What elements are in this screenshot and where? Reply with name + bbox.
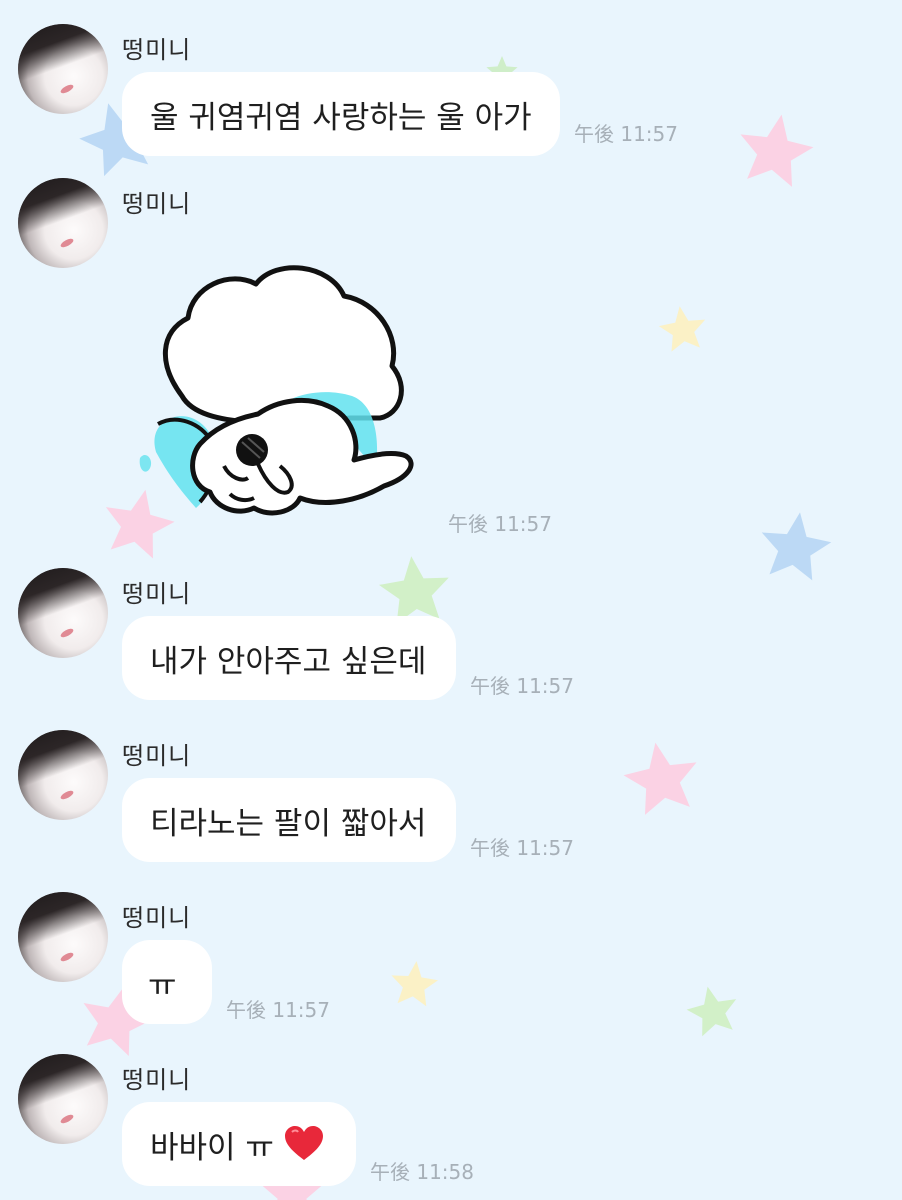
- avatar[interactable]: [18, 1054, 108, 1144]
- message-text: 울 귀염귀염 사랑하는 울 아가: [150, 99, 532, 136]
- sender-name: 떵미니: [122, 580, 192, 608]
- message-bubble[interactable]: 내가 안아주고 싶은데: [122, 616, 456, 700]
- message-bubble[interactable]: 바바이 ㅠ: [122, 1102, 356, 1186]
- star-icon: [656, 302, 709, 353]
- sender-name: 떵미니: [122, 904, 192, 932]
- star-icon: [388, 958, 440, 1008]
- message-text: ㅠ: [148, 967, 177, 1004]
- star-icon: [618, 736, 704, 818]
- avatar[interactable]: [18, 568, 108, 658]
- message-time: 午後 11:57: [470, 836, 574, 860]
- avatar[interactable]: [18, 24, 108, 114]
- star-icon: [682, 981, 743, 1039]
- chat-view[interactable]: 떵미니 울 귀염귀염 사랑하는 울 아가 午後 11:57 떵미니 午後 11:…: [0, 0, 902, 1200]
- message-time: 午後 11:57: [574, 122, 678, 146]
- message-text: 티라노는 팔이 짧아서: [150, 805, 427, 842]
- avatar[interactable]: [18, 892, 108, 982]
- avatar[interactable]: [18, 730, 108, 820]
- message-time: 午後 11:57: [226, 998, 330, 1022]
- message-text: 내가 안아주고 싶은데: [150, 643, 427, 680]
- heart-icon: [284, 1126, 323, 1160]
- sender-name: 떵미니: [122, 742, 192, 770]
- message-text: 바바이 ㅠ: [150, 1129, 274, 1166]
- message-time: 午後 11:58: [370, 1160, 474, 1184]
- message-time: 午後 11:57: [470, 674, 574, 698]
- sender-name: 떵미니: [122, 36, 192, 64]
- star-icon: [733, 108, 819, 190]
- crying-fluffy-sheep-icon[interactable]: [130, 246, 430, 516]
- star-icon: [376, 552, 454, 626]
- message-bubble[interactable]: ㅠ: [122, 940, 212, 1024]
- message-bubble[interactable]: 울 귀염귀염 사랑하는 울 아가: [122, 72, 560, 156]
- message-time: 午後 11:57: [448, 512, 552, 536]
- sender-name: 떵미니: [122, 190, 192, 218]
- star-icon: [756, 507, 835, 583]
- sender-name: 떵미니: [122, 1066, 192, 1094]
- avatar[interactable]: [18, 178, 108, 268]
- message-bubble[interactable]: 티라노는 팔이 짧아서: [122, 778, 456, 862]
